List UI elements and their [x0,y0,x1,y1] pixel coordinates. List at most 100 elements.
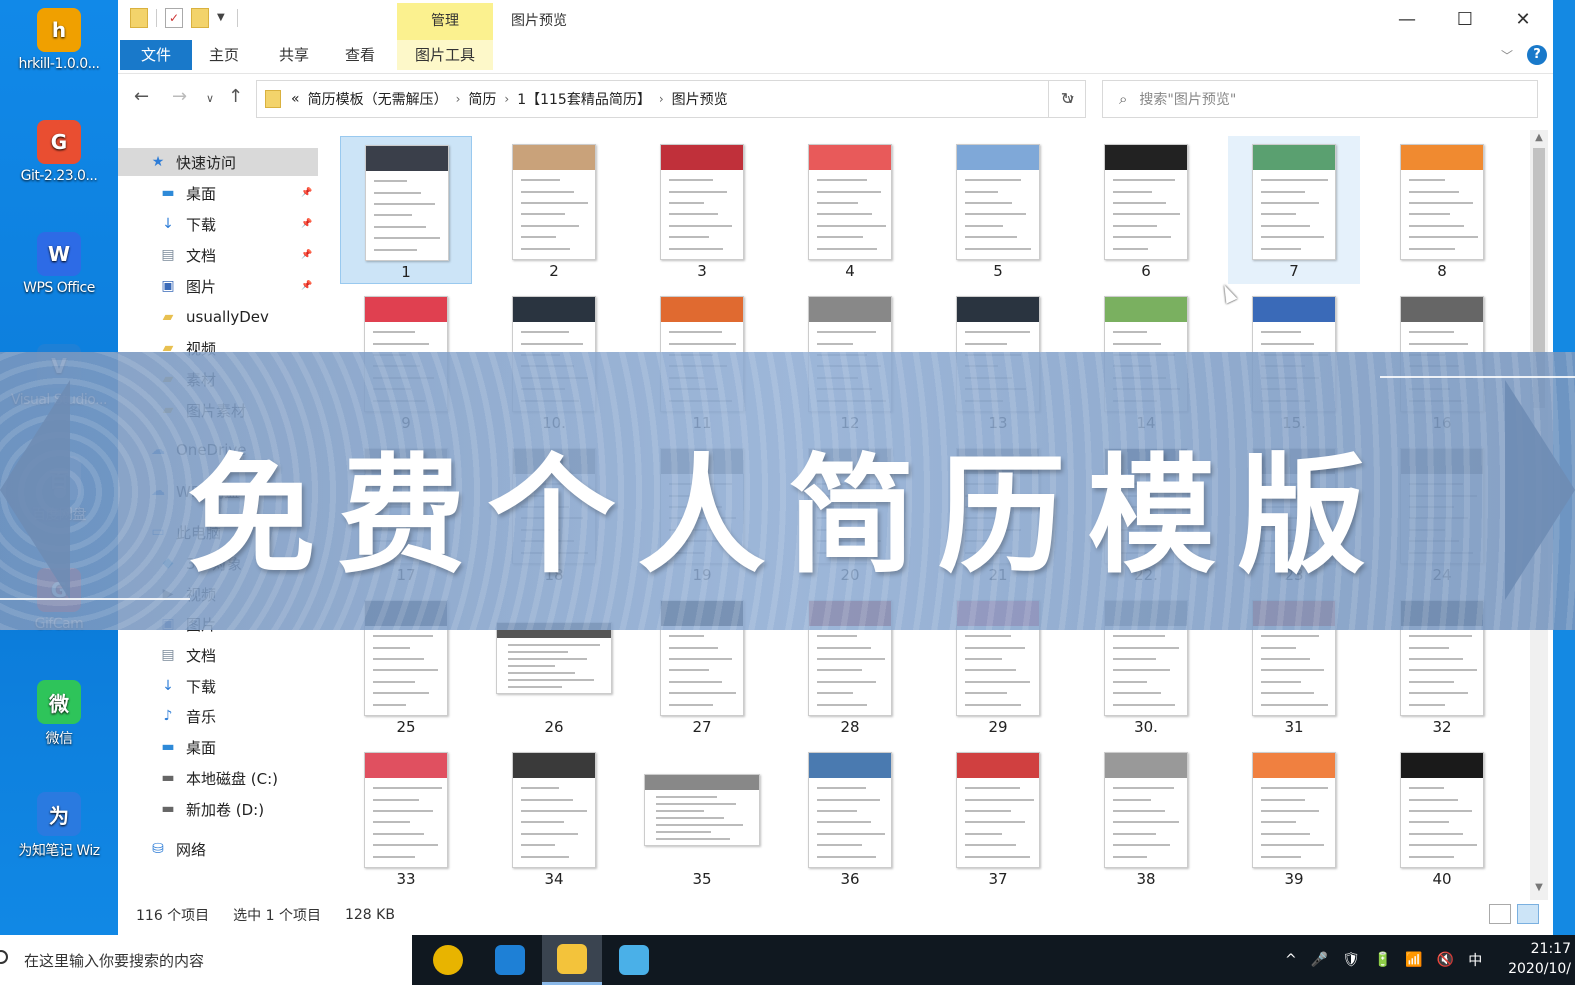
manage-context-tab[interactable]: 管理 [397,3,493,40]
taskbar-app[interactable] [542,935,602,985]
large-icons-view-icon[interactable] [1517,904,1539,924]
file-name: 6 [1141,262,1151,280]
chevron-down-icon[interactable]: ▼ [217,8,229,28]
tab-view[interactable]: 查看 [340,40,380,70]
breadcrumb-item[interactable]: 简历模板（无需解压） [308,89,448,109]
resume-text-line [669,190,728,193]
tab-picture-tools[interactable]: 图片工具 [397,40,493,70]
resume-text-line [1261,646,1296,649]
sidebar-item[interactable]: ↓ 下载 📌 [118,210,312,238]
refresh-button[interactable]: ↻ [1048,80,1086,118]
folder-icon[interactable] [130,8,148,28]
maximize-button[interactable]: ☐ [1442,6,1488,34]
desktop-shortcut[interactable]: 为为知笔记 Wiz [4,792,114,860]
search-box[interactable]: ⌕ 搜索"图片预览" [1102,80,1538,118]
resume-text-line [669,635,704,638]
navigation-bar: ← → ∨ ↑ « 简历模板（无需解压） › 简历 › 1【115套精品简历】 › 图片预览… [118,76,1553,122]
taskbar-app[interactable] [418,935,478,985]
file-thumbnail[interactable]: 3 [636,136,768,284]
resume-text-line [1261,832,1310,835]
status-bar: 116 个项目 选中 1 个项目 128 KB [118,900,1553,930]
file-thumbnail[interactable]: 5 [932,136,1064,284]
breadcrumb-chevron-icon[interactable]: › [504,92,509,106]
resume-text-line [521,787,559,790]
taskbar-app[interactable] [604,935,664,985]
resume-text-line [1113,787,1174,790]
sidebar-item[interactable]: ▤ 文档 📌 [118,241,312,269]
banner-line-left [0,598,190,600]
file-name: 7 [1289,262,1299,280]
close-button[interactable]: ✕ [1500,6,1546,34]
breadcrumb-overflow[interactable]: « [291,91,300,107]
security-icon[interactable]: 🛡 [1342,952,1360,968]
file-thumbnail[interactable]: 36 [784,744,916,892]
file-name: 31 [1284,718,1304,736]
scroll-down-icon[interactable]: ▼ [1530,882,1548,893]
battery-icon[interactable]: 🔋 [1374,952,1391,968]
minimize-button[interactable]: — [1384,6,1430,34]
tab-home[interactable]: 主页 [204,40,244,70]
breadcrumb-chevron-icon[interactable]: › [659,92,664,106]
back-icon[interactable]: ← [134,86,149,107]
scroll-up-icon[interactable]: ▲ [1530,132,1548,143]
new-folder-icon[interactable] [191,8,209,28]
resume-text-line [669,331,723,334]
taskbar-search[interactable]: 在这里输入你要搜索的内容 [0,935,412,985]
file-thumbnail[interactable]: 39 [1228,744,1360,892]
file-thumbnail[interactable]: 1 [340,136,472,284]
breadcrumb-item[interactable]: 1【115套精品简历】 [517,89,651,109]
breadcrumb-item[interactable]: 简历 [468,89,496,109]
file-thumbnail[interactable]: 37 [932,744,1064,892]
forward-icon[interactable]: → [172,86,187,107]
breadcrumb-chevron-icon[interactable]: › [456,92,461,106]
sidebar-item[interactable]: ↓ 下载 [118,672,308,700]
desktop-shortcut[interactable]: G Git-2.23.0... [4,120,114,184]
sidebar-item[interactable]: ▬ 新加卷 (D:) [118,795,308,823]
file-thumbnail[interactable]: 38 [1080,744,1212,892]
file-thumbnail[interactable]: 40 [1376,744,1508,892]
file-thumbnail[interactable]: 4 [784,136,916,284]
sidebar-item[interactable]: ▬ 桌面 [118,733,308,761]
resume-text-line [817,844,863,847]
sidebar-item[interactable]: ▬ 桌面 📌 [118,179,312,207]
desktop-shortcut[interactable]: h hrkill-1.0.0... [4,8,114,72]
microphone-icon[interactable]: 🎤 [1311,952,1328,968]
help-icon[interactable]: ? [1527,45,1547,65]
clock[interactable]: 21:17 2020/10/ [1496,939,1571,979]
sidebar-item[interactable]: ⛁ 网络 [118,835,308,863]
tab-file[interactable]: 文件 [120,40,192,70]
sidebar-item[interactable]: ▤ 文档 [118,641,308,669]
file-thumbnail[interactable]: 2 [488,136,620,284]
desktop-shortcut[interactable]: W WPS Office [4,232,114,296]
desktop-shortcut[interactable]: 微微信 [4,680,114,748]
file-thumbnail[interactable]: 7 [1228,136,1360,284]
properties-icon[interactable]: ✓ [165,8,183,28]
resume-preview-image [1104,144,1188,260]
network-icon[interactable]: 📶 [1405,952,1422,968]
details-view-icon[interactable] [1489,904,1511,924]
show-hidden-icons-icon[interactable]: ^ [1285,952,1297,968]
address-bar[interactable]: « 简历模板（无需解压） › 简历 › 1【115套精品简历】 › 图片预览 ∨ [256,80,1086,118]
sidebar-item[interactable]: ♪ 音乐 [118,702,308,730]
up-icon[interactable]: ↑ [228,86,243,107]
resume-text-line [817,224,887,227]
resume-text-line [1113,213,1180,216]
tab-share[interactable]: 共享 [274,40,314,70]
file-thumbnail[interactable]: 6 [1080,136,1212,284]
breadcrumb-item[interactable]: 图片预览 [672,89,728,109]
volume-icon[interactable]: 🔇 [1437,952,1454,968]
file-thumbnail[interactable]: 34 [488,744,620,892]
file-thumbnail[interactable]: 33 [340,744,472,892]
input-method-icon[interactable]: 中 [1468,950,1482,970]
taskbar-app[interactable] [480,935,540,985]
sidebar-item[interactable]: ▣ 图片 📌 [118,272,312,300]
sidebar-item[interactable]: ▰ usuallyDev [118,303,308,331]
file-thumbnail[interactable]: 35 [636,744,768,892]
resume-text-line [374,248,417,251]
expand-ribbon-icon[interactable]: ﹀ [1501,47,1513,64]
sidebar-item[interactable]: ★ 快速访问 [118,148,318,176]
recent-locations-icon[interactable]: ∨ [206,92,214,105]
resume-preview-image [956,752,1040,868]
sidebar-item[interactable]: ▬ 本地磁盘 (C:) [118,764,308,792]
file-thumbnail[interactable]: 8 [1376,136,1508,284]
